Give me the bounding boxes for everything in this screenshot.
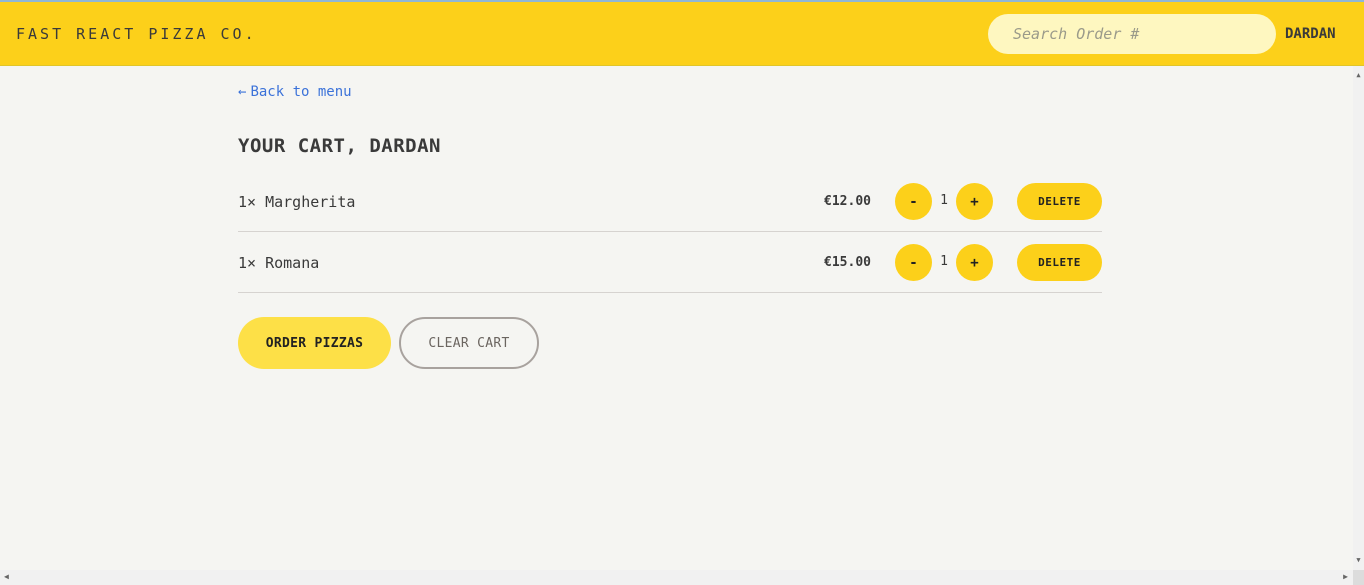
cart-item-price: €15.00 (824, 255, 871, 270)
increase-quantity-button[interactable]: + (956, 183, 993, 220)
scrollbar-corner (1353, 570, 1364, 585)
left-arrow-icon: ← (238, 84, 247, 100)
back-to-menu-link[interactable]: ← Back to menu (238, 84, 352, 100)
cart-item-quantity: 1 (940, 254, 948, 269)
scroll-left-icon[interactable]: ◀ (4, 572, 9, 581)
order-pizzas-button[interactable]: ORDER PIZZAS (238, 317, 391, 369)
vertical-scrollbar[interactable]: ▲ ▼ (1353, 66, 1364, 570)
increase-quantity-button[interactable]: + (956, 244, 993, 281)
cart-item-quantity: 1 (940, 193, 948, 208)
cart-title: YOUR CART, DARDAN (238, 135, 441, 157)
scroll-down-icon[interactable]: ▼ (1353, 555, 1364, 566)
search-order-input[interactable] (988, 14, 1276, 54)
cart-item-name: 1× Romana (238, 254, 320, 272)
scroll-up-icon[interactable]: ▲ (1353, 70, 1364, 81)
clear-cart-button[interactable]: CLEAR CART (399, 317, 539, 369)
cart-item: 1× Romana €15.00 - 1 + DELETE (238, 232, 1102, 293)
cart-item-price: €12.00 (824, 194, 871, 209)
username: DARDAN (1285, 26, 1336, 42)
decrease-quantity-button[interactable]: - (895, 183, 932, 220)
scroll-right-icon[interactable]: ▶ (1343, 572, 1348, 581)
delete-item-button[interactable]: DELETE (1017, 183, 1102, 220)
delete-item-button[interactable]: DELETE (1017, 244, 1102, 281)
cart-item: 1× Margherita €12.00 - 1 + DELETE (238, 171, 1102, 232)
search-order-box (988, 14, 1276, 54)
decrease-quantity-button[interactable]: - (895, 244, 932, 281)
back-to-menu-label: Back to menu (250, 84, 352, 100)
app-logo[interactable]: FAST REACT PIZZA CO. (16, 25, 257, 43)
cart-list: 1× Margherita €12.00 - 1 + DELETE 1× Rom… (238, 171, 1102, 293)
app-header: FAST REACT PIZZA CO. DARDAN (0, 2, 1364, 66)
cart-item-name: 1× Margherita (238, 193, 356, 211)
horizontal-scrollbar[interactable]: ◀ ▶ (0, 570, 1364, 585)
